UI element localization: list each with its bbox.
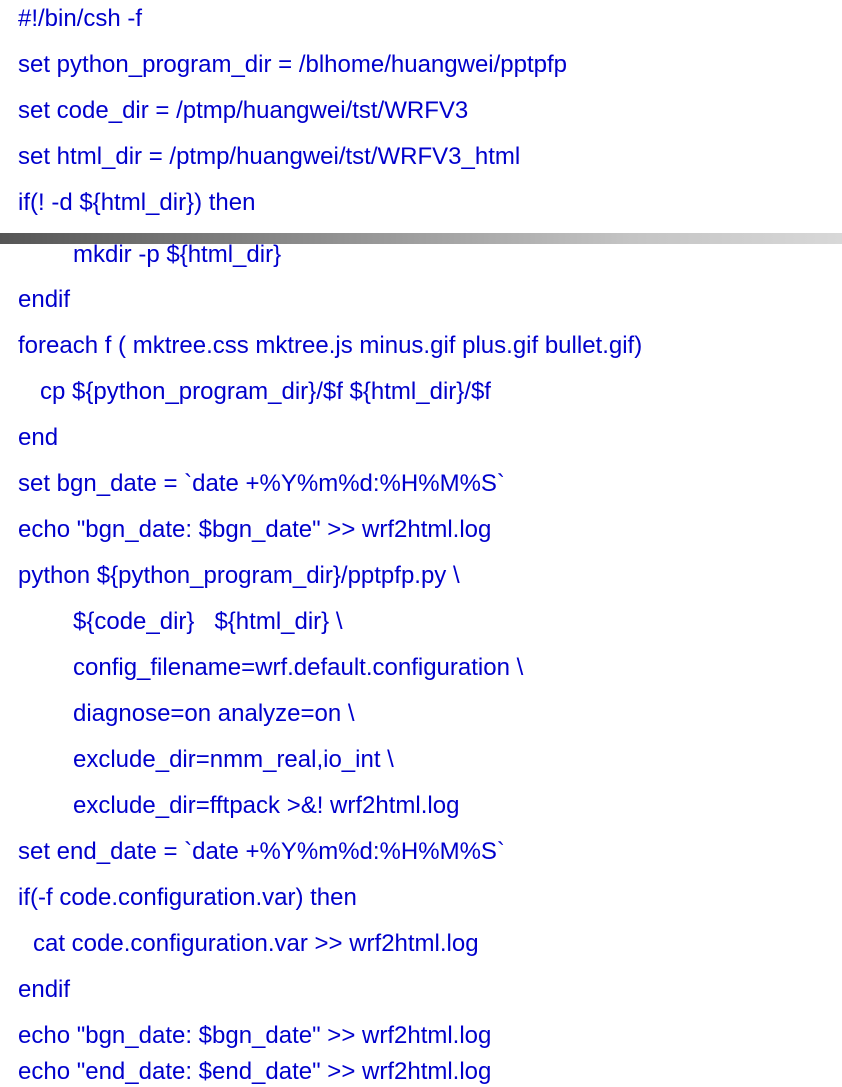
code-line-echo-end-date: echo "end_date: $end_date" >> wrf2html.l…	[18, 1058, 492, 1085]
csh-script: #!/bin/csh -f set python_program_dir = /…	[0, 0, 842, 1087]
code-line-mkdir: mkdir -p ${html_dir}	[73, 241, 282, 268]
code-line-python-arg-dirs: ${code_dir} ${html_dir} \	[73, 608, 343, 635]
code-line-if-configuration-var: if(-f code.configuration.var) then	[18, 884, 357, 911]
code-line-set-code-dir: set code_dir = /ptmp/huangwei/tst/WRFV3	[18, 97, 469, 124]
code-line-foreach: foreach f ( mktree.css mktree.js minus.g…	[18, 332, 643, 359]
code-line-python-arg-exclude-2: exclude_dir=fftpack >&! wrf2html.log	[73, 792, 460, 819]
code-line-cat-configuration: cat code.configuration.var >> wrf2html.l…	[33, 930, 479, 957]
code-line-python-arg-exclude-1: exclude_dir=nmm_real,io_int \	[73, 746, 394, 773]
code-line-shebang: #!/bin/csh -f	[18, 5, 143, 32]
code-line-python-arg-diagnose: diagnose=on analyze=on \	[73, 700, 355, 727]
code-line-if-html-dir: if(! -d ${html_dir}) then	[18, 189, 256, 216]
code-line-echo-bgn-date: echo "bgn_date: $bgn_date" >> wrf2html.l…	[18, 516, 492, 543]
code-line-set-python-program-dir: set python_program_dir = /blhome/huangwe…	[18, 51, 568, 78]
code-line-endif-2: endif	[18, 976, 71, 1003]
code-line-cp: cp ${python_program_dir}/$f ${html_dir}/…	[40, 378, 491, 405]
code-line-python-arg-config: config_filename=wrf.default.configuratio…	[73, 654, 524, 681]
code-line-set-end-date: set end_date = `date +%Y%m%d:%H%M%S`	[18, 838, 505, 865]
code-line-python-call: python ${python_program_dir}/pptpfp.py \	[18, 562, 460, 589]
code-line-endif-1: endif	[18, 286, 71, 313]
code-line-end: end	[18, 424, 59, 451]
code-line-echo-bgn-date-final: echo "bgn_date: $bgn_date" >> wrf2html.l…	[18, 1022, 492, 1049]
code-line-set-bgn-date: set bgn_date = `date +%Y%m%d:%H%M%S`	[18, 470, 505, 497]
code-line-set-html-dir: set html_dir = /ptmp/huangwei/tst/WRFV3_…	[18, 143, 521, 170]
